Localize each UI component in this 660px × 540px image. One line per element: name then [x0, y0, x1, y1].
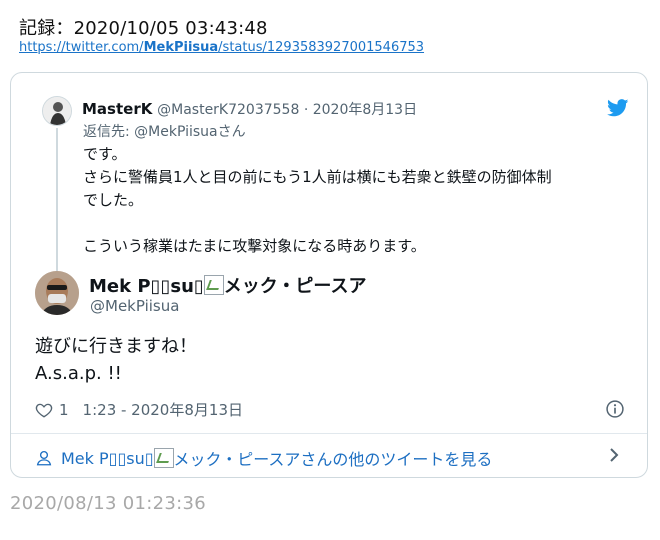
quoted-line: です。	[83, 145, 127, 163]
thread-connector-line	[56, 128, 58, 273]
quoted-tweet-body: です。 さらに警備員1人と目の前にもう1人前は横にも若衆と鉄壁の防御体制 でした…	[83, 143, 552, 258]
main-author-name[interactable]: Mek P▯▯su▯ メック・ピースア	[89, 272, 367, 298]
quoted-line	[83, 212, 552, 235]
quoted-author-handle-date[interactable]: @MasterK72037558 · 2020年8月13日	[157, 102, 417, 118]
masterk-avatar[interactable]	[42, 96, 72, 126]
more-link-prefix: Mek P▯▯su▯	[61, 448, 154, 468]
main-author-handle[interactable]: @MekPiisua	[90, 297, 179, 315]
record-timestamp: 記録：2020/10/05 03:43:48	[19, 18, 268, 39]
quoted-line: でした。	[83, 191, 144, 209]
broken-image-icon	[153, 448, 174, 468]
url-handle: MekPiisua	[143, 40, 219, 55]
reply-to-label: 返信先: @MekPiisuaさん	[83, 124, 246, 140]
main-line: 遊びに行きますね！	[35, 336, 197, 357]
twitter-bird-icon[interactable]	[607, 99, 629, 117]
heart-icon[interactable]	[35, 401, 53, 419]
broken-image-icon	[203, 275, 224, 295]
source-url-link[interactable]: https://twitter.com/MekPiisua/status/129…	[19, 40, 424, 55]
more-link-suffix: メック・ピースアさんの他のツイートを見る	[173, 450, 493, 469]
main-line: A.s.a.p. !!	[35, 363, 122, 384]
quoted-tweet-header: MasterK @MasterK72037558 · 2020年8月13日	[82, 99, 417, 119]
like-count: 1	[59, 400, 69, 419]
person-icon	[36, 450, 52, 466]
main-name-suffix: メック・ピースア	[223, 276, 367, 297]
main-tweet-body: 遊びに行きますね！ A.s.a.p. !!	[35, 333, 197, 387]
info-icon[interactable]	[605, 399, 625, 419]
quoted-line: こういう稼業はたまに攻撃対象になる時あります。	[83, 237, 426, 255]
card-divider	[11, 433, 647, 434]
url-suffix: /status/1293583927001546753	[218, 40, 425, 55]
tweet-meta: 1 1:23 - 2020年8月13日	[35, 399, 243, 420]
chevron-right-icon[interactable]	[607, 446, 621, 464]
tweet-embed-card: MasterK @MasterK72037558 · 2020年8月13日 返信…	[10, 72, 648, 478]
more-tweets-link[interactable]: Mek P▯▯su▯ メック・ピースアさんの他のツイートを見る	[35, 446, 492, 470]
quoted-author-name[interactable]: MasterK	[82, 100, 152, 118]
capture-timestamp: 2020/08/13 01:23:36	[10, 493, 207, 514]
main-name-prefix: Mek P▯▯su▯	[89, 276, 204, 297]
url-prefix: https://twitter.com/	[19, 40, 144, 55]
mek-avatar[interactable]	[35, 271, 79, 315]
quoted-line: さらに警備員1人と目の前にもう1人前は横にも若衆と鉄壁の防御体制	[83, 168, 552, 186]
tweet-timestamp[interactable]: 1:23 - 2020年8月13日	[83, 399, 243, 420]
